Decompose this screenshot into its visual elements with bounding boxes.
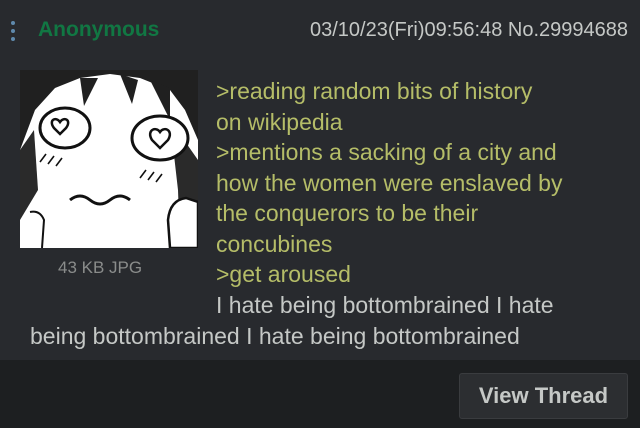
post-text-line: I hate being bottombrained I hate bbox=[216, 292, 554, 318]
post-date-and-number[interactable]: 03/10/23(Fri)09:56:48 No.29994688 bbox=[310, 19, 628, 42]
greentext-line: the conquerors to be their bbox=[216, 200, 479, 226]
poster-name: Anonymous bbox=[38, 18, 160, 41]
post-menu-icon[interactable] bbox=[9, 21, 17, 45]
greentext-line: >reading random bits of history bbox=[216, 78, 533, 104]
post-thumbnail-image[interactable] bbox=[20, 70, 198, 248]
greentext-block: >reading random bits of history on wikip… bbox=[216, 76, 626, 290]
file-info: 43 KB JPG bbox=[58, 258, 143, 277]
post-text-line: being bottombrained I hate being bottomb… bbox=[30, 322, 520, 349]
greentext-line: >mentions a sacking of a city and bbox=[216, 139, 557, 165]
greentext-line: on wikipedia bbox=[216, 108, 343, 135]
greentext-line: how the women were enslaved by bbox=[216, 169, 563, 196]
post-text: I hate being bottombrained I hate being … bbox=[0, 290, 640, 351]
anime-girl-heart-eyes-image bbox=[20, 70, 198, 248]
greentext-line: concubines bbox=[216, 230, 333, 257]
view-thread-button[interactable]: View Thread bbox=[459, 373, 628, 419]
greentext-line: >get aroused bbox=[216, 261, 351, 287]
